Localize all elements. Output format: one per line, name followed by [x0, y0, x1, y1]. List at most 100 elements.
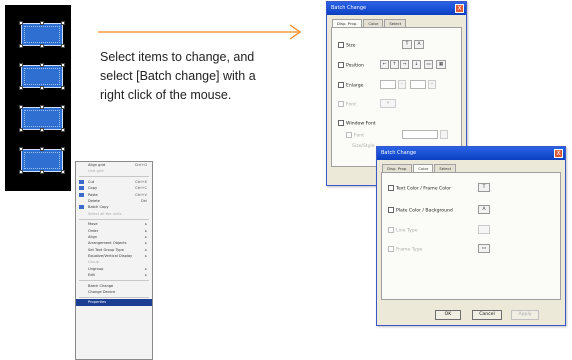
line-type-button[interactable] — [478, 225, 490, 234]
menu-item[interactable]: Properties — [76, 299, 152, 306]
window-font-dropdown[interactable] — [440, 130, 448, 139]
instruction-line: right click of the mouse. — [100, 88, 232, 102]
tab-select[interactable]: Select — [434, 164, 457, 172]
enlarge-option[interactable]: Enlarge — [338, 82, 363, 89]
text-color-option[interactable]: Text Color / Frame Color — [388, 185, 451, 192]
frame-type-checkbox[interactable] — [388, 246, 394, 252]
menu-item-icon — [79, 186, 84, 191]
font-checkbox[interactable] — [338, 101, 344, 107]
arrow-right-icon — [98, 24, 302, 40]
color-panel: Text Color / Frame Color T Plate Color /… — [381, 172, 561, 300]
menu-item-label: Unit grid — [88, 169, 104, 174]
menu-item[interactable]: Select all the units — [76, 211, 152, 217]
menu-item[interactable]: Change Device — [76, 289, 152, 295]
position-left-button[interactable]: ← — [380, 60, 389, 69]
menu-item-icon — [79, 192, 84, 197]
font-label: Font — [346, 102, 357, 108]
instruction-line: select [Batch change] with a — [100, 69, 256, 83]
menu-item-label: Set Text Group Type — [88, 247, 124, 252]
menu-separator — [79, 176, 149, 178]
selected-item[interactable] — [19, 147, 65, 174]
text-color-button[interactable]: T — [478, 183, 490, 192]
window-font-font-option[interactable]: Font — [346, 132, 364, 139]
plate-color-button[interactable]: A — [478, 205, 490, 214]
screenshot-stage: Select items to change, and select [Batc… — [0, 0, 572, 360]
menu-item-label: Select all the units — [88, 211, 122, 216]
window-font-font-checkbox[interactable] — [346, 132, 352, 138]
enlarge-y-field[interactable] — [410, 80, 426, 89]
close-icon[interactable]: X — [554, 149, 563, 158]
size-button-b[interactable]: A — [414, 40, 424, 49]
plate-color-label: Plate Color / Background — [396, 208, 453, 214]
text-color-label: Text Color / Frame Color — [396, 186, 451, 192]
tab-color[interactable]: Color — [363, 19, 384, 27]
selected-item[interactable] — [19, 21, 65, 48]
window-font-field[interactable] — [402, 130, 438, 139]
menu-item[interactable]: Unit grid — [76, 168, 152, 174]
line-type-option[interactable]: Line Type — [388, 227, 418, 234]
menu-item[interactable]: Edit ▸ — [76, 272, 152, 278]
size-style-option: Size/Style — [352, 144, 375, 149]
plate-color-checkbox[interactable] — [388, 207, 394, 213]
instruction-text: Select items to change, and select [Batc… — [100, 48, 305, 105]
size-checkbox[interactable] — [338, 42, 344, 48]
enlarge-label: Enlarge — [346, 83, 364, 89]
menu-separator — [79, 280, 149, 282]
tab-select[interactable]: Select — [384, 19, 407, 27]
batch-change-color-dialog: Batch Change X Disp. Prop. Color Select … — [376, 146, 566, 326]
position-frame-button[interactable]: ▭ — [424, 60, 433, 69]
enlarge-minus-button[interactable]: − — [398, 80, 406, 89]
menu-item-label: Batch Copy — [88, 205, 109, 210]
close-icon[interactable]: X — [455, 4, 464, 13]
enlarge-checkbox[interactable] — [338, 82, 344, 88]
menu-item-label: Order — [88, 228, 99, 233]
frame-type-button[interactable]: ▭ — [478, 244, 490, 253]
enlarge-plus-button[interactable]: + — [428, 80, 436, 89]
size-option[interactable]: Size — [338, 42, 355, 49]
menu-item-label: Paste — [88, 192, 98, 197]
window-font-option[interactable]: Window Font — [338, 120, 376, 127]
tab-disp-prop[interactable]: Disp. Prop. — [382, 164, 413, 172]
line-type-label: Line Type — [396, 228, 418, 234]
position-up-button[interactable]: ↑ — [390, 60, 399, 69]
position-down-button[interactable]: ↓ — [412, 60, 421, 69]
size-style-label: Size/Style — [352, 144, 375, 149]
dialog-tabs: Disp. Prop. Color Select — [382, 164, 457, 173]
position-right-button[interactable]: → — [400, 60, 409, 69]
menu-item-label: Edit — [88, 273, 95, 278]
menu-item-label: Align grid — [88, 163, 106, 167]
frame-type-option[interactable]: Frame Type — [388, 246, 422, 253]
position-label: Position — [346, 63, 364, 69]
cancel-button[interactable]: Cancel — [472, 310, 502, 320]
window-font-label: Window Font — [346, 121, 376, 127]
apply-button[interactable]: Apply — [511, 310, 539, 320]
menu-item-label: Ungroup — [88, 266, 104, 271]
window-font-checkbox[interactable] — [338, 120, 344, 126]
position-checkbox[interactable] — [338, 62, 344, 68]
position-option[interactable]: Position — [338, 62, 364, 69]
menu-item-label: Arrangement Objects — [88, 241, 127, 246]
selected-item[interactable] — [19, 105, 65, 132]
size-button-a[interactable]: T — [402, 40, 412, 49]
enlarge-x-field[interactable] — [380, 80, 396, 89]
dialog-titlebar: Batch Change X — [327, 2, 466, 15]
text-color-checkbox[interactable] — [388, 185, 394, 191]
size-label: Size — [346, 43, 356, 49]
ok-button[interactable]: OK — [435, 310, 461, 320]
menu-item-label: Group — [88, 260, 99, 265]
menu-item-label: Delete — [88, 198, 100, 203]
selected-item[interactable] — [19, 63, 65, 90]
font-select[interactable]: ▾ — [380, 99, 396, 108]
font-option[interactable]: Font — [338, 101, 356, 108]
line-type-checkbox[interactable] — [388, 227, 394, 233]
position-grid-button[interactable]: ▦ — [436, 60, 446, 69]
menu-item-label: Cut — [88, 179, 95, 184]
menu-item-label: Change Device — [88, 290, 116, 295]
plate-color-option[interactable]: Plate Color / Background — [388, 207, 453, 214]
menu-item-label: Equalize/Vertical Display — [88, 254, 133, 259]
context-menu: Align grid Ctrl+G Unit grid Cut Ctrl+X Copy Ct… — [75, 161, 153, 360]
dialog-tabs: Disp. Prop. Color Select — [332, 19, 407, 28]
menu-item-icon — [79, 205, 84, 210]
dialog-title: Batch Change — [331, 5, 367, 11]
dialog-titlebar: Batch Change X — [377, 147, 565, 160]
